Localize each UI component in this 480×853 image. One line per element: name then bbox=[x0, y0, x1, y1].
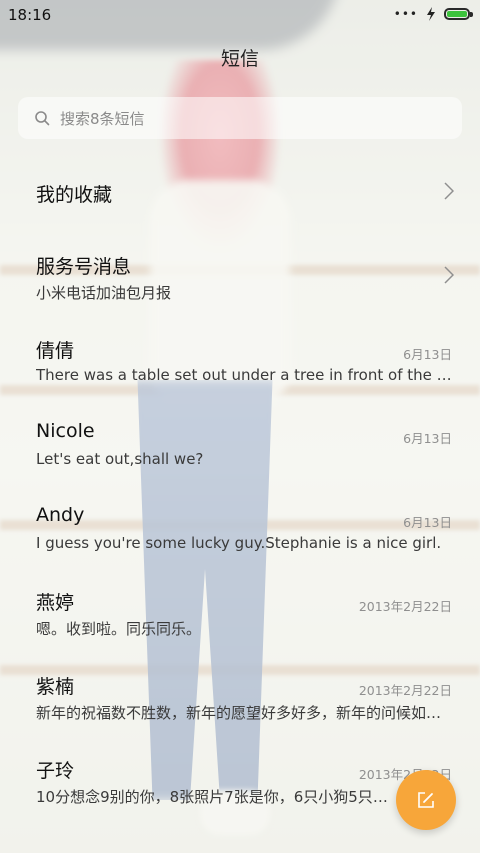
message-date: 6月13日 bbox=[403, 347, 452, 362]
search-input[interactable]: 搜索8条短信 bbox=[18, 97, 462, 139]
conversation-name: Nicole bbox=[36, 420, 95, 442]
message-preview: 10分想念9别的你，8张照片7张是你，6只小狗5只像你，4处寻觅 bbox=[36, 788, 396, 806]
conversation-name: 燕婷 bbox=[36, 592, 75, 614]
conversation-name: 服务号消息 bbox=[36, 256, 132, 278]
page-title: 短信 bbox=[220, 48, 259, 70]
message-date: 2013年2月22日 bbox=[358, 599, 452, 614]
message-preview: 新年的祝福数不胜数，新年的愿望好多好多，新年的问候如约而至 bbox=[36, 704, 454, 722]
chevron-right-icon bbox=[444, 182, 454, 200]
message-preview: 嗯。收到啦。同乐同乐。 bbox=[36, 620, 202, 638]
message-date: 6月13日 bbox=[403, 431, 452, 446]
service-messages-row[interactable]: 服务号消息 小米电话加油包月报 bbox=[0, 240, 480, 316]
status-bar: 18:16 ••• bbox=[0, 0, 480, 30]
conversation-row[interactable]: Andy 6月13日 I guess you're some lucky guy… bbox=[0, 492, 480, 568]
status-time: 18:16 bbox=[8, 6, 52, 24]
search-icon bbox=[35, 111, 50, 126]
conversation-row[interactable]: 倩倩 6月13日 There was a table set out under… bbox=[0, 324, 480, 400]
search-placeholder: 搜索8条短信 bbox=[60, 109, 145, 128]
conversation-name: Andy bbox=[36, 504, 85, 526]
conversation-name: 倩倩 bbox=[36, 340, 75, 362]
conversation-row[interactable]: 燕婷 2013年2月22日 嗯。收到啦。同乐同乐。 bbox=[0, 576, 480, 652]
message-date: 6月13日 bbox=[403, 515, 452, 530]
message-preview: There was a table set out under a tree i… bbox=[36, 366, 454, 384]
message-date: 2013年2月22日 bbox=[358, 683, 452, 698]
conversation-name: 我的收藏 bbox=[36, 184, 113, 206]
conversation-row[interactable]: Nicole 6月13日 Let's eat out,shall we? bbox=[0, 408, 480, 484]
charging-bolt-icon bbox=[427, 7, 435, 21]
conversation-name: 子玲 bbox=[36, 760, 75, 782]
battery-icon bbox=[444, 8, 473, 20]
signal-dots-icon: ••• bbox=[393, 7, 418, 21]
favorites-folder-row[interactable]: 我的收藏 bbox=[0, 160, 480, 224]
message-preview: I guess you're some lucky guy.Stephanie … bbox=[36, 534, 442, 552]
conversation-row[interactable]: 紫楠 2013年2月22日 新年的祝福数不胜数，新年的愿望好多好多，新年的问候如… bbox=[0, 660, 480, 736]
message-preview: Let's eat out,shall we? bbox=[36, 450, 204, 468]
message-preview: 小米电话加油包月报 bbox=[36, 284, 172, 302]
compose-icon bbox=[418, 792, 434, 808]
chevron-right-icon bbox=[444, 266, 454, 284]
compose-button[interactable] bbox=[396, 770, 456, 830]
conversation-name: 紫楠 bbox=[36, 676, 75, 698]
